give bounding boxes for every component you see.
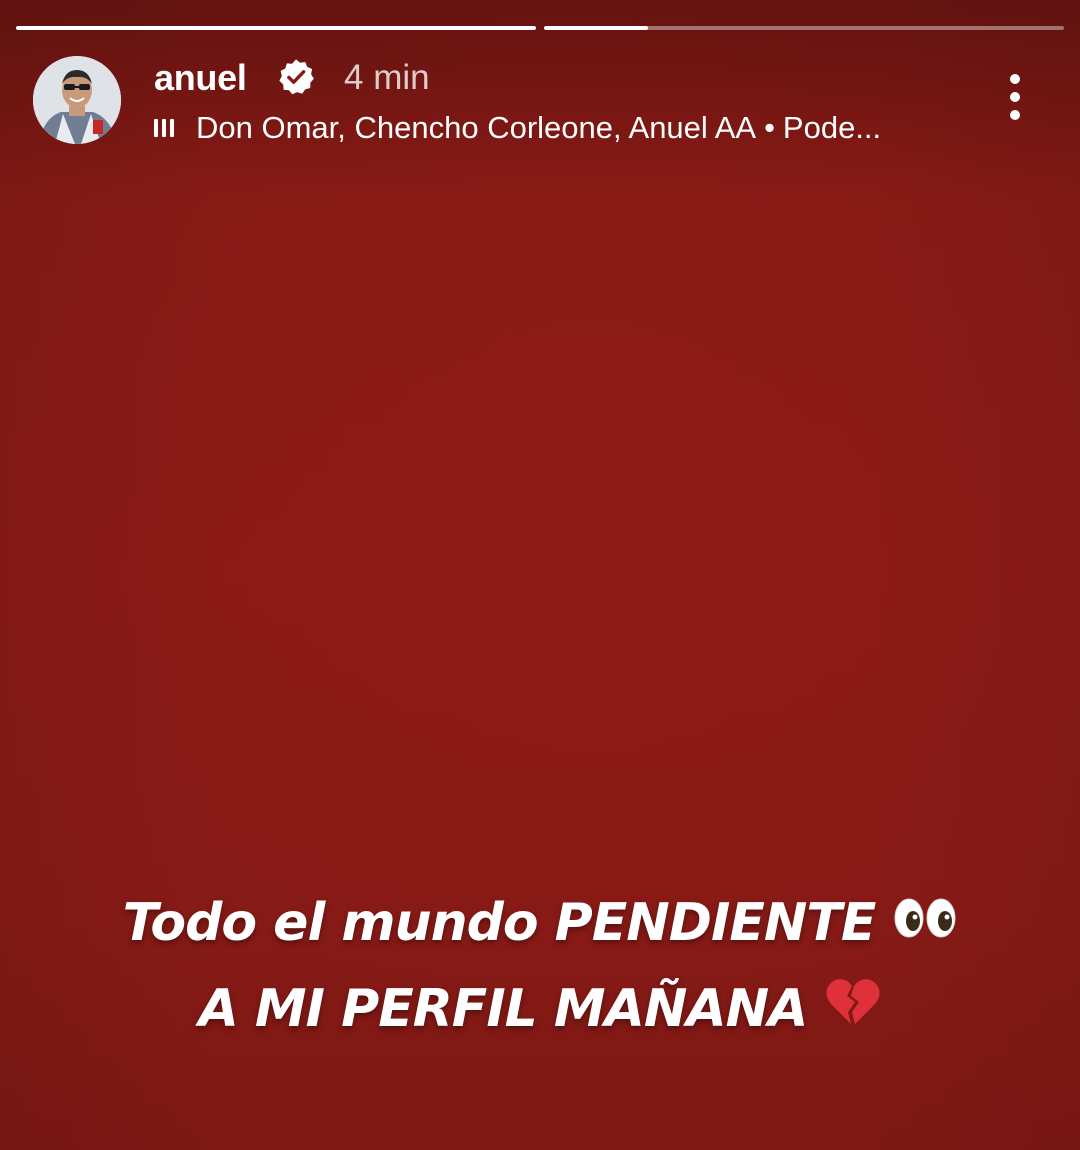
eyes-icon <box>893 880 957 966</box>
music-bars-icon <box>154 118 182 138</box>
progress-fill-2 <box>544 26 648 30</box>
story-viewer[interactable]: anuel 4 min Don Omar, Chencho Corleone, … <box>0 0 1080 1150</box>
avatar-image <box>33 56 121 144</box>
story-caption: Todo el mundo PENDIENTE A MI PERFIL MAÑA… <box>0 880 1080 1052</box>
music-attribution[interactable]: Don Omar, Chencho Corleone, Anuel AA • P… <box>154 106 881 150</box>
progress-fill-1 <box>16 26 536 30</box>
more-dot-icon <box>1010 110 1020 120</box>
caption-line-2: A MI PERFIL MAÑANA <box>0 966 1080 1052</box>
post-time: 4 min <box>344 58 430 97</box>
music-artists: Don Omar, Chencho Corleone, Anuel AA <box>196 110 757 145</box>
progress-segment-2 <box>544 26 1064 30</box>
caption-line-1: Todo el mundo PENDIENTE <box>0 880 1080 966</box>
broken-heart-icon <box>825 966 881 1052</box>
more-dot-icon <box>1010 92 1020 102</box>
caption-text-2: A MI PERFIL MAÑANA <box>198 979 809 1039</box>
progress-segment-1 <box>16 26 536 30</box>
verified-badge-icon <box>279 59 314 95</box>
music-separator: • <box>764 110 775 145</box>
story-progress-bar <box>16 26 1064 30</box>
music-song-title: Pode... <box>782 110 882 145</box>
username[interactable]: anuel <box>154 56 247 100</box>
more-dot-icon <box>1010 74 1020 84</box>
more-options-button[interactable] <box>996 70 1034 124</box>
caption-text-1: Todo el mundo PENDIENTE <box>122 893 877 953</box>
avatar[interactable] <box>33 56 121 144</box>
